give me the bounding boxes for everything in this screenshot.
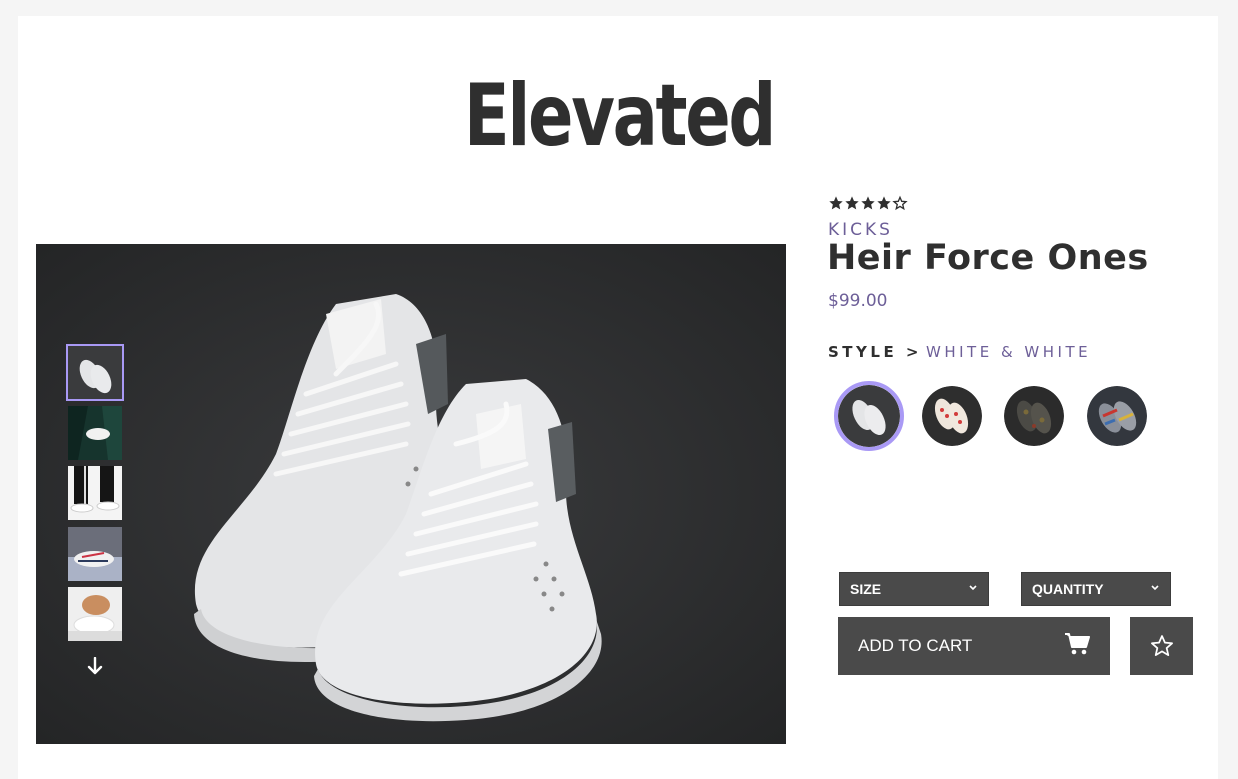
style-selector-label: STYLE > WHITE & WHITE bbox=[828, 343, 1091, 361]
product-price: $99.00 bbox=[828, 291, 888, 311]
thumbnail-3[interactable] bbox=[68, 466, 122, 520]
chevron-down-icon bbox=[968, 583, 978, 595]
style-swatch-white-white[interactable] bbox=[834, 381, 904, 451]
star-filled-icon bbox=[861, 196, 875, 210]
favorite-button[interactable] bbox=[1130, 617, 1193, 675]
thumbnail-5[interactable] bbox=[68, 587, 122, 641]
thumbnail-1[interactable] bbox=[66, 344, 124, 401]
thumbnail-2[interactable] bbox=[68, 406, 122, 460]
style-swatch-red-pattern[interactable] bbox=[922, 386, 982, 446]
brand-logo[interactable]: Elevated bbox=[136, 66, 1102, 166]
star-filled-icon bbox=[877, 196, 891, 210]
product-title: Heir Force Ones bbox=[827, 238, 1149, 278]
main-product-image bbox=[36, 244, 786, 744]
rating-stars bbox=[828, 195, 908, 211]
add-to-cart-label: ADD TO CART bbox=[858, 636, 973, 655]
product-category: KICKS bbox=[828, 220, 893, 240]
add-to-cart-button[interactable]: ADD TO CART bbox=[838, 617, 1110, 675]
star-outline-icon bbox=[1150, 635, 1173, 656]
star-outline-icon bbox=[892, 195, 908, 211]
chevron-down-icon bbox=[1150, 583, 1160, 595]
thumbnail-4[interactable] bbox=[68, 527, 122, 581]
style-label: STYLE > bbox=[828, 343, 922, 361]
quantity-select-label: QUANTITY bbox=[1032, 581, 1104, 597]
arrow-down-icon[interactable] bbox=[85, 656, 105, 676]
style-value: WHITE & WHITE bbox=[926, 343, 1092, 361]
star-filled-icon bbox=[829, 196, 843, 210]
quantity-select[interactable]: QUANTITY bbox=[1021, 572, 1171, 606]
style-swatch-multi-color[interactable] bbox=[1087, 386, 1147, 446]
style-swatch-black-camo[interactable] bbox=[1004, 386, 1064, 446]
size-select-label: SIZE bbox=[850, 581, 882, 597]
cart-icon bbox=[1064, 632, 1090, 661]
size-select[interactable]: SIZE bbox=[839, 572, 989, 606]
star-filled-icon bbox=[845, 196, 859, 210]
